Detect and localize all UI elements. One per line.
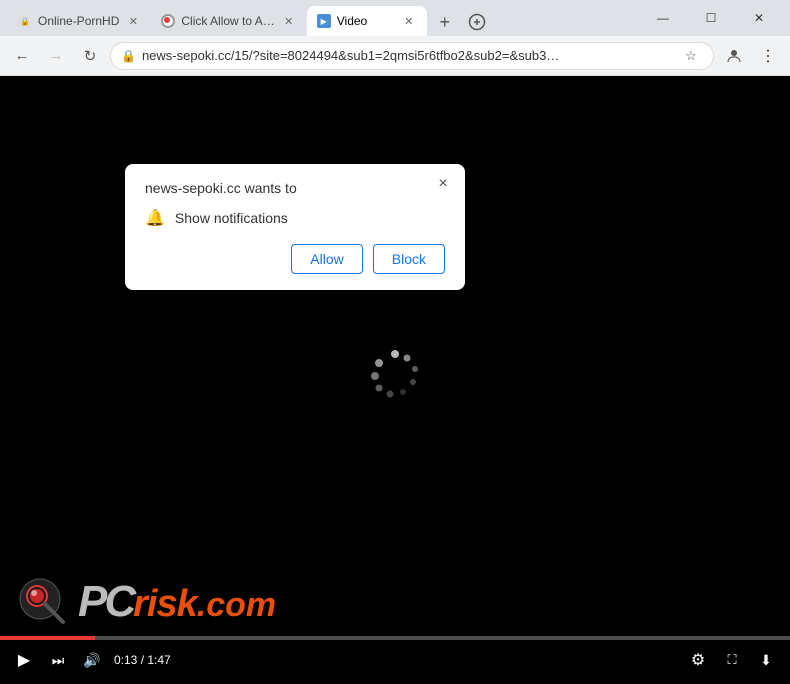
right-controls: ⚙ ⛶ ⬇: [686, 648, 778, 672]
forward-button[interactable]: →: [42, 42, 70, 70]
time-display: 0:13 / 1:47: [114, 653, 171, 667]
video-controls: ▶ ⏭ 🔊 0:13 / 1:47 ⚙ ⛶ ⬇: [0, 636, 790, 684]
download-button[interactable]: ⬇: [754, 648, 778, 672]
maximize-button[interactable]: ☐: [688, 0, 734, 36]
lock-icon: 🔒: [121, 49, 136, 63]
address-bar: ← → ↻ 🔒 news-sepoki.cc/15/?site=8024494&…: [0, 36, 790, 76]
bell-icon: 🔔: [145, 208, 165, 228]
tab-label-3: Video: [337, 14, 395, 28]
video-player: PC risk .com ▶ ⏭ 🔊 0:13 / 1:47 ⚙ ⛶ ⬇ × n…: [0, 76, 790, 684]
tab-favicon-2: [161, 14, 175, 28]
popup-buttons: Allow Block: [145, 244, 445, 274]
fullscreen-button[interactable]: ⛶: [720, 648, 744, 672]
notification-popup: × news-sepoki.cc wants to 🔔 Show notific…: [125, 164, 465, 290]
permission-text: Show notifications: [175, 210, 288, 226]
window-controls: — ☐ ✕: [640, 0, 782, 36]
pcrisk-logo-icon: [15, 574, 70, 629]
new-tab-button[interactable]: +: [431, 8, 459, 36]
title-bar: 🔒 Online-PornHD ✕ Click Allow to A… ✕ ▶ …: [0, 0, 790, 36]
settings-button[interactable]: ⚙: [686, 648, 710, 672]
tabs-container: 🔒 Online-PornHD ✕ Click Allow to A… ✕ ▶ …: [8, 0, 632, 36]
pcrisk-watermark: PC risk .com: [15, 574, 276, 629]
tab-clickallow[interactable]: Click Allow to A… ✕: [151, 6, 306, 36]
allow-button[interactable]: Allow: [291, 244, 362, 274]
loading-spinner: [365, 344, 425, 404]
tab-pornhd[interactable]: 🔒 Online-PornHD ✕: [8, 6, 151, 36]
url-actions: ☆: [679, 44, 703, 68]
popup-permission: 🔔 Show notifications: [145, 208, 445, 228]
tab-label-1: Online-PornHD: [38, 14, 119, 28]
reload-button[interactable]: ↻: [76, 42, 104, 70]
risk-letters: risk: [133, 583, 197, 626]
tab-label-2: Click Allow to A…: [181, 14, 274, 28]
tab-video[interactable]: ▶ Video ✕: [307, 6, 427, 36]
back-button[interactable]: ←: [8, 42, 36, 70]
popup-title: news-sepoki.cc wants to: [145, 180, 445, 196]
tab-favicon-1: 🔒: [18, 14, 32, 28]
bookmark-icon[interactable]: ☆: [679, 44, 703, 68]
extension-icon[interactable]: [463, 8, 491, 36]
tab-close-2[interactable]: ✕: [281, 13, 297, 29]
block-button[interactable]: Block: [373, 244, 445, 274]
tab-close-3[interactable]: ✕: [401, 13, 417, 29]
next-button[interactable]: ⏭: [46, 648, 70, 672]
url-text: news-sepoki.cc/15/?site=8024494&sub1=2qm…: [142, 48, 673, 63]
domain-letters: .com: [197, 586, 276, 625]
popup-close-button[interactable]: ×: [433, 174, 453, 194]
url-box[interactable]: 🔒 news-sepoki.cc/15/?site=8024494&sub1=2…: [110, 42, 714, 70]
progress-bar-fill: [0, 636, 95, 640]
menu-button[interactable]: [754, 42, 782, 70]
progress-bar-container[interactable]: [0, 636, 790, 640]
profile-button[interactable]: [720, 42, 748, 70]
volume-button[interactable]: 🔊: [80, 648, 104, 672]
close-button[interactable]: ✕: [736, 0, 782, 36]
tab-close-1[interactable]: ✕: [125, 13, 141, 29]
pc-letters: PC: [78, 577, 133, 627]
minimize-button[interactable]: —: [640, 0, 686, 36]
play-button[interactable]: ▶: [12, 648, 36, 672]
tab-favicon-3: ▶: [317, 14, 331, 28]
pcrisk-text: PC risk .com: [78, 577, 276, 627]
